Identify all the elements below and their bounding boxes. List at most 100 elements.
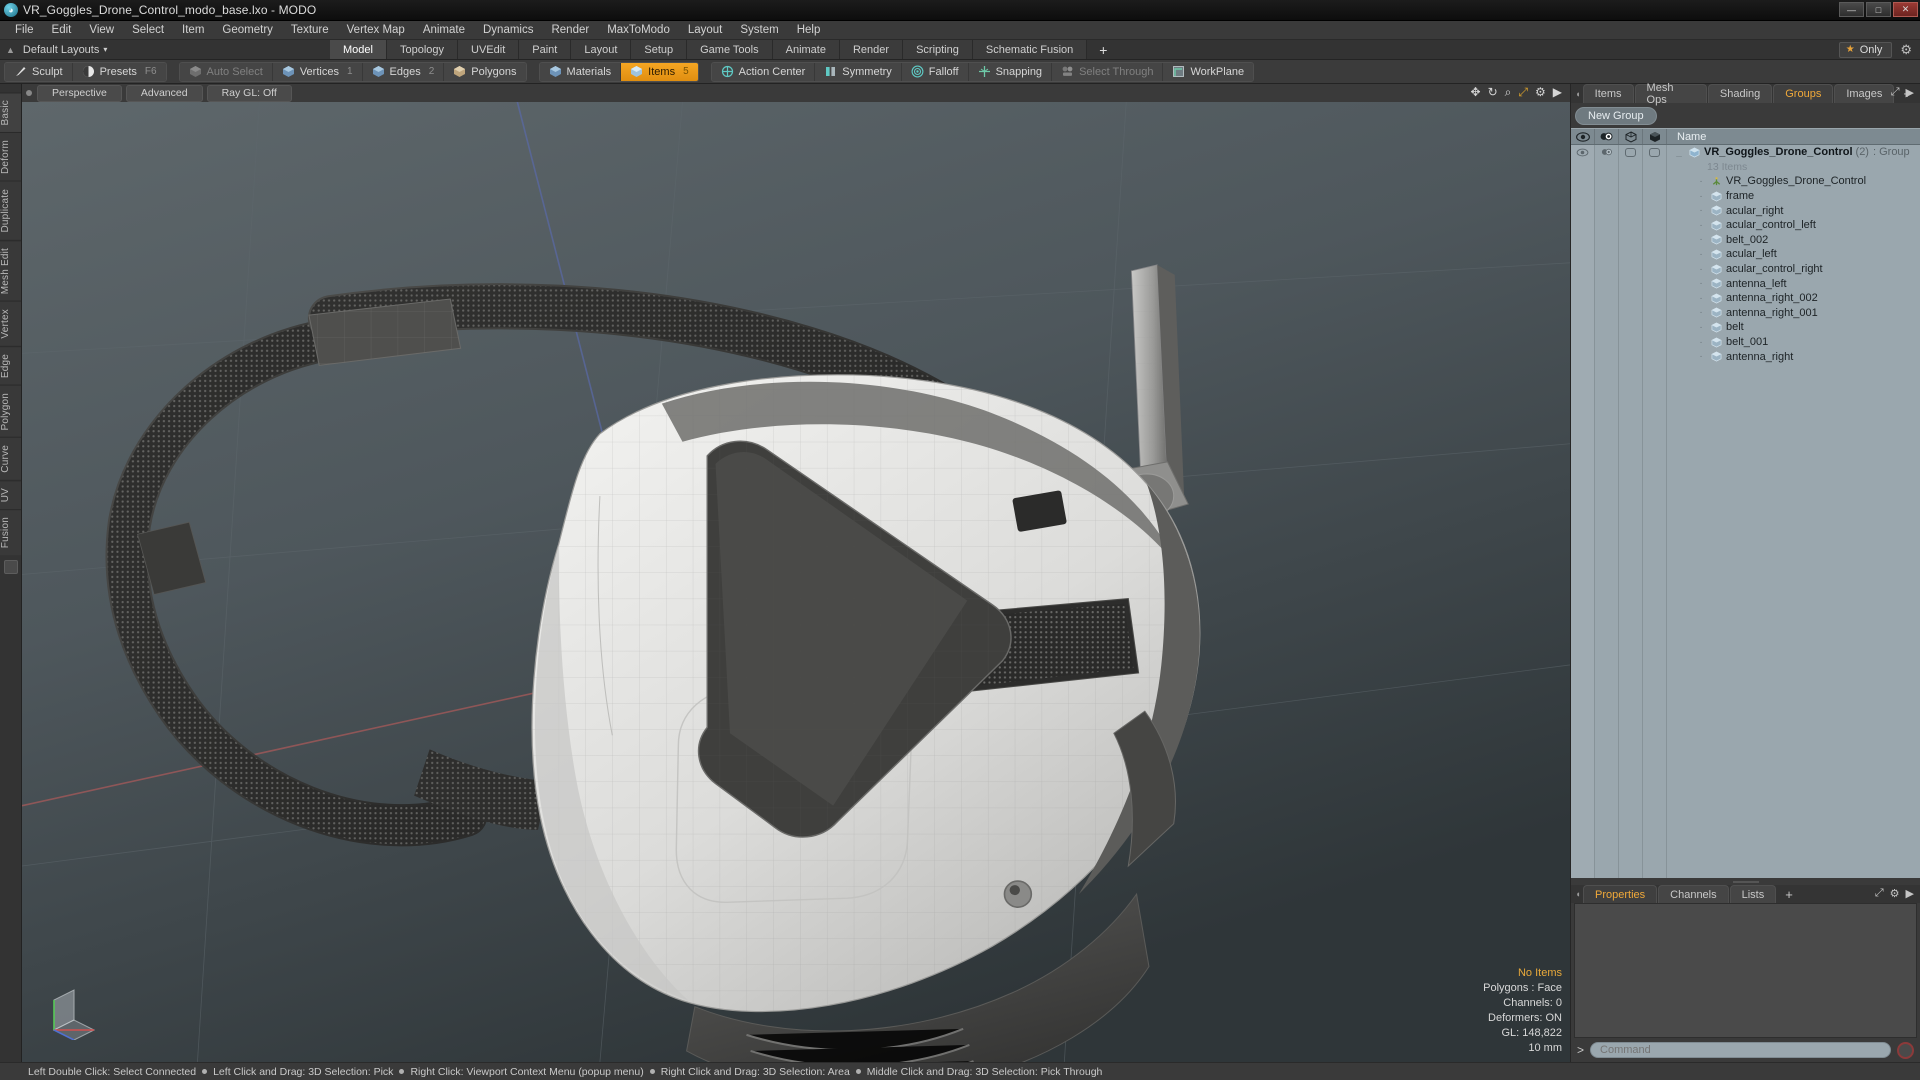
workplane-button[interactable]: WorkPlane <box>1163 62 1254 81</box>
list-item-acular-left[interactable]: · acular_left <box>1667 247 1920 262</box>
rail-item-vertex[interactable]: Vertex <box>0 301 21 346</box>
tab-lists[interactable]: Lists <box>1729 885 1777 903</box>
menu-select[interactable]: Select <box>123 22 173 38</box>
tab-mesh-ops[interactable]: Mesh Ops <box>1634 82 1707 106</box>
add-properties-tab-button[interactable]: + <box>1777 885 1801 903</box>
tab-properties[interactable]: Properties <box>1583 885 1658 903</box>
viewport-tab-advanced[interactable]: Advanced <box>125 84 203 102</box>
menu-edit[interactable]: Edit <box>43 22 81 38</box>
list-item-locator[interactable]: · VR_Goggles_Drone_Control <box>1667 174 1920 189</box>
polygons-button[interactable]: Polygons <box>444 62 526 81</box>
gear-icon[interactable]: ⚙ <box>1890 887 1900 900</box>
expand-icon[interactable]: ⤢ <box>1875 887 1884 900</box>
column-render[interactable] <box>1643 129 1667 144</box>
vertices-button[interactable]: Vertices 1 <box>272 62 363 81</box>
list-item-antenna-right-001[interactable]: · antenna_right_001 <box>1667 306 1920 321</box>
add-layout-tab-button[interactable]: + <box>1087 40 1119 59</box>
tab-channels[interactable]: Channels <box>1658 885 1729 903</box>
list-item-acular-control-right[interactable]: · acular_control_right <box>1667 262 1920 277</box>
layout-tab-render[interactable]: Render <box>839 40 904 59</box>
rail-item-basic[interactable]: Basic <box>0 92 21 133</box>
chevron-right-icon[interactable]: ▶ <box>1906 887 1914 900</box>
3d-viewport[interactable]: No Items Polygons : Face Channels: 0 Def… <box>22 102 1570 1062</box>
list-item-belt[interactable]: · belt <box>1667 320 1920 335</box>
snapping-button[interactable]: Snapping <box>968 62 1053 81</box>
chevron-right-icon[interactable]: ▶ <box>1553 85 1562 99</box>
symmetry-button[interactable]: Symmetry <box>815 62 902 81</box>
list-item-group-root[interactable]: _ VR_Goggles_Drone_Control (2) : Group <box>1667 145 1920 160</box>
column-visibility[interactable] <box>1571 129 1595 144</box>
list-item-belt-002[interactable]: · belt_002 <box>1667 233 1920 248</box>
rail-item-polygon[interactable]: Polygon <box>0 384 21 438</box>
viewport-menu-dot-icon[interactable] <box>26 90 32 96</box>
layout-tab-scripting[interactable]: Scripting <box>903 40 973 59</box>
menu-help[interactable]: Help <box>788 22 830 38</box>
viewport-tab-raygl[interactable]: Ray GL: Off <box>206 84 292 102</box>
panel-menu-dot-icon[interactable]: ◖ <box>1573 84 1583 103</box>
close-button[interactable]: ✕ <box>1893 2 1918 17</box>
group-list-body[interactable]: _ VR_Goggles_Drone_Control (2) : Group 1… <box>1571 145 1920 878</box>
select-through-button[interactable]: Select Through <box>1052 62 1164 81</box>
list-item-frame[interactable]: · frame <box>1667 189 1920 204</box>
only-toggle-button[interactable]: ★ Only <box>1838 41 1893 58</box>
layout-tab-model[interactable]: Model <box>330 40 387 59</box>
expand-icon[interactable]: ⤢ <box>1891 86 1900 99</box>
sculpt-button[interactable]: Sculpt <box>5 62 73 81</box>
menu-animate[interactable]: Animate <box>414 22 474 38</box>
rail-item-fusion[interactable]: Fusion <box>0 509 21 556</box>
column-wireframe[interactable] <box>1619 129 1643 144</box>
tree-collapse-icon[interactable]: _ <box>1673 147 1685 158</box>
fit-icon[interactable]: ⤢ <box>1518 85 1528 99</box>
list-item-antenna-left[interactable]: · antenna_left <box>1667 276 1920 291</box>
materials-button[interactable]: Materials <box>539 62 622 81</box>
column-shading[interactable] <box>1595 129 1619 144</box>
auto-select-button[interactable]: Auto Select <box>179 62 273 81</box>
new-group-button[interactable]: New Group <box>1575 107 1657 125</box>
tab-images[interactable]: Images <box>1834 84 1895 103</box>
list-item-acular-control-left[interactable]: · acular_control_left <box>1667 218 1920 233</box>
command-input[interactable] <box>1590 1042 1891 1058</box>
tab-items[interactable]: Items <box>1582 84 1634 103</box>
rail-item-duplicate[interactable]: Duplicate <box>0 181 21 240</box>
menu-item[interactable]: Item <box>173 22 213 38</box>
record-icon[interactable] <box>1897 1041 1914 1059</box>
list-item-belt-001[interactable]: · belt_001 <box>1667 335 1920 350</box>
menu-dynamics[interactable]: Dynamics <box>474 22 542 38</box>
menu-geometry[interactable]: Geometry <box>213 22 282 38</box>
zoom-icon[interactable]: ⌕ <box>1505 85 1512 99</box>
falloff-button[interactable]: Falloff <box>901 62 969 81</box>
layout-tab-game-tools[interactable]: Game Tools <box>687 40 773 59</box>
rotate-icon[interactable]: ↻ <box>1488 85 1498 99</box>
items-button[interactable]: Items 5 <box>621 62 698 81</box>
list-item-antenna-right-002[interactable]: · antenna_right_002 <box>1667 291 1920 306</box>
maximize-button[interactable]: □ <box>1866 2 1891 17</box>
rail-item-edge[interactable]: Edge <box>0 345 21 385</box>
viewport-tab-perspective[interactable]: Perspective <box>37 84 122 102</box>
wireframe-toggle[interactable] <box>1625 147 1636 157</box>
tab-shading[interactable]: Shading <box>1707 84 1773 103</box>
layout-tab-topology[interactable]: Topology <box>386 40 459 59</box>
tab-groups[interactable]: Groups <box>1773 84 1834 103</box>
menu-system[interactable]: System <box>731 22 787 38</box>
menu-file[interactable]: File <box>6 22 43 38</box>
layout-tab-setup[interactable]: Setup <box>631 40 688 59</box>
chevron-right-icon[interactable]: ▶ <box>1906 86 1914 99</box>
menu-texture[interactable]: Texture <box>282 22 338 38</box>
properties-panel-body[interactable] <box>1574 903 1917 1038</box>
gear-icon[interactable]: ⚙ <box>1535 85 1546 99</box>
layout-tab-layout[interactable]: Layout <box>571 40 632 59</box>
properties-menu-dot-icon[interactable]: ◖ <box>1573 885 1583 903</box>
rail-item-deform[interactable]: Deform <box>0 132 21 182</box>
layout-tab-paint[interactable]: Paint <box>519 40 572 59</box>
presets-button[interactable]: Presets F6 <box>72 62 166 81</box>
rail-extra-button[interactable] <box>3 559 18 574</box>
orientation-gizmo[interactable] <box>44 984 100 1040</box>
minimize-button[interactable]: — <box>1839 2 1864 17</box>
rail-item-curve[interactable]: Curve <box>0 437 21 481</box>
menu-render[interactable]: Render <box>542 22 598 38</box>
rail-item-mesh-edit[interactable]: Mesh Edit <box>0 239 21 302</box>
move-icon[interactable]: ✥ <box>1471 85 1481 99</box>
list-item-antenna-right[interactable]: · antenna_right <box>1667 349 1920 364</box>
layout-tab-animate[interactable]: Animate <box>772 40 840 59</box>
render-toggle[interactable] <box>1649 147 1660 157</box>
